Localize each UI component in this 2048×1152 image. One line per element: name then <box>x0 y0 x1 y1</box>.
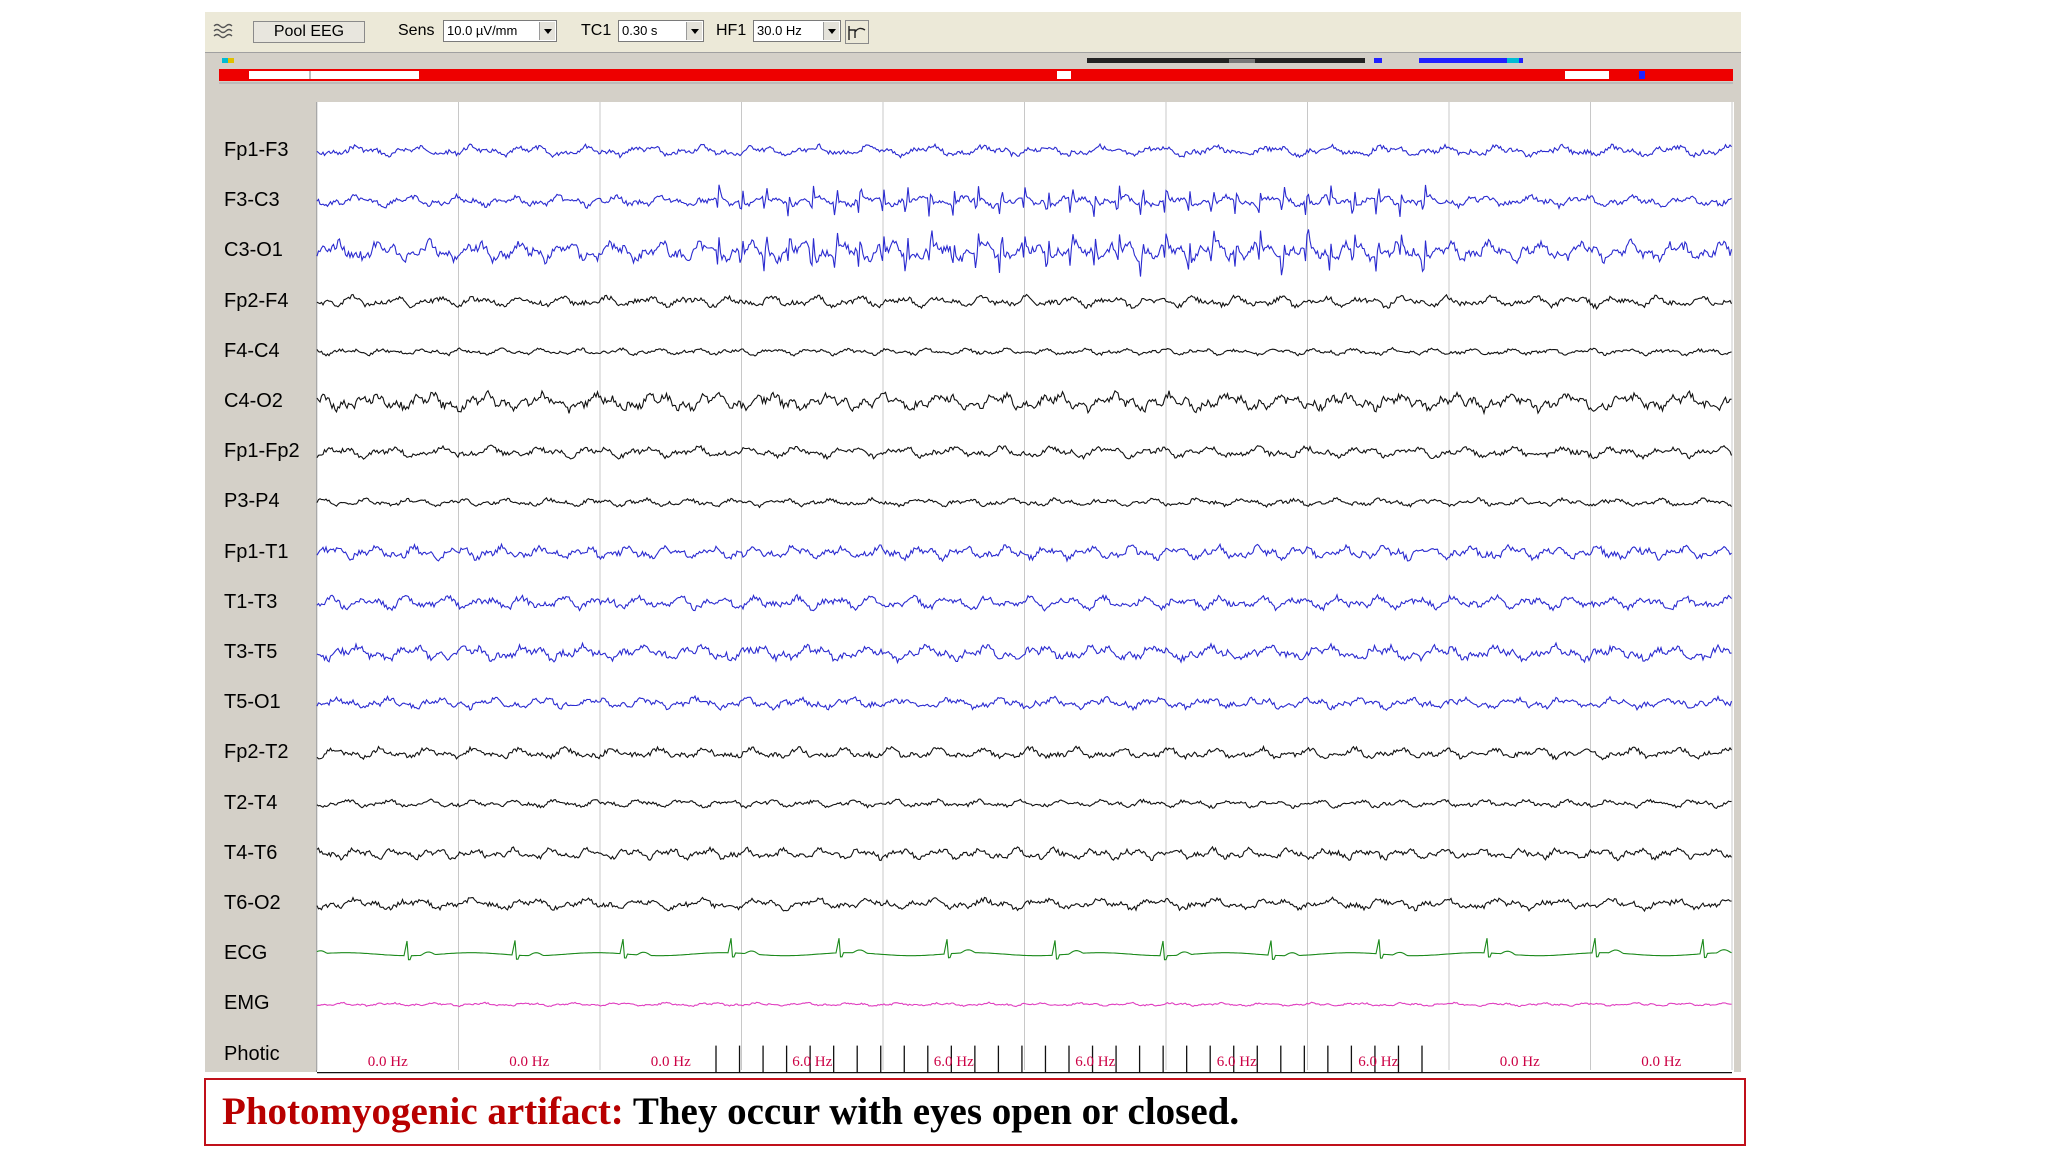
channel-label[interactable]: T4-T6 <box>224 842 277 865</box>
channel-label[interactable]: ECG <box>224 942 267 965</box>
channel-label[interactable]: Fp1-Fp2 <box>224 440 300 463</box>
channel-label[interactable]: T2-T4 <box>224 792 277 815</box>
channel-label[interactable]: C4-O2 <box>224 390 283 413</box>
channel-label[interactable]: T3-T5 <box>224 641 277 664</box>
photic-frequency-label: 6.0 Hz <box>1216 1054 1257 1070</box>
photic-frequency-label: 6.0 Hz <box>1358 1054 1399 1070</box>
channel-label[interactable]: Fp1-T1 <box>224 541 288 564</box>
photic-frequency-label: 6.0 Hz <box>792 1054 833 1070</box>
channel-label[interactable]: C3-O1 <box>224 239 283 262</box>
channel-label[interactable]: T5-O1 <box>224 691 281 714</box>
photic-frequency-label: 0.0 Hz <box>650 1054 691 1070</box>
channel-label[interactable]: F3-C3 <box>224 189 280 212</box>
photic-frequency-label: 0.0 Hz <box>367 1054 408 1070</box>
photic-frequency-label: 6.0 Hz <box>933 1054 974 1070</box>
channel-label[interactable]: F4-C4 <box>224 340 280 363</box>
channel-label[interactable]: Photic <box>224 1043 280 1066</box>
channel-label[interactable]: Fp2-F4 <box>224 290 288 313</box>
channel-label[interactable]: Fp2-T2 <box>224 741 288 764</box>
photic-frequency-label: 0.0 Hz <box>1499 1054 1540 1070</box>
channel-label[interactable]: P3-P4 <box>224 490 280 513</box>
photic-frequency-label: 6.0 Hz <box>1075 1054 1116 1070</box>
channel-label[interactable]: T6-O2 <box>224 892 281 915</box>
eeg-traces <box>316 102 1733 1074</box>
photic-frequency-label: 0.0 Hz <box>1641 1054 1682 1070</box>
caption-highlight: Photomyogenic artifact: <box>222 1090 624 1133</box>
channel-label[interactable]: Fp1-F3 <box>224 139 288 162</box>
channel-label[interactable]: EMG <box>224 992 270 1015</box>
caption-text: They occur with eyes open or closed. <box>623 1090 1240 1133</box>
channel-label[interactable]: T1-T3 <box>224 591 277 614</box>
photic-frequency-label: 0.0 Hz <box>509 1054 550 1070</box>
slide-caption: Photomyogenic artifact: They occur with … <box>204 1078 1746 1146</box>
